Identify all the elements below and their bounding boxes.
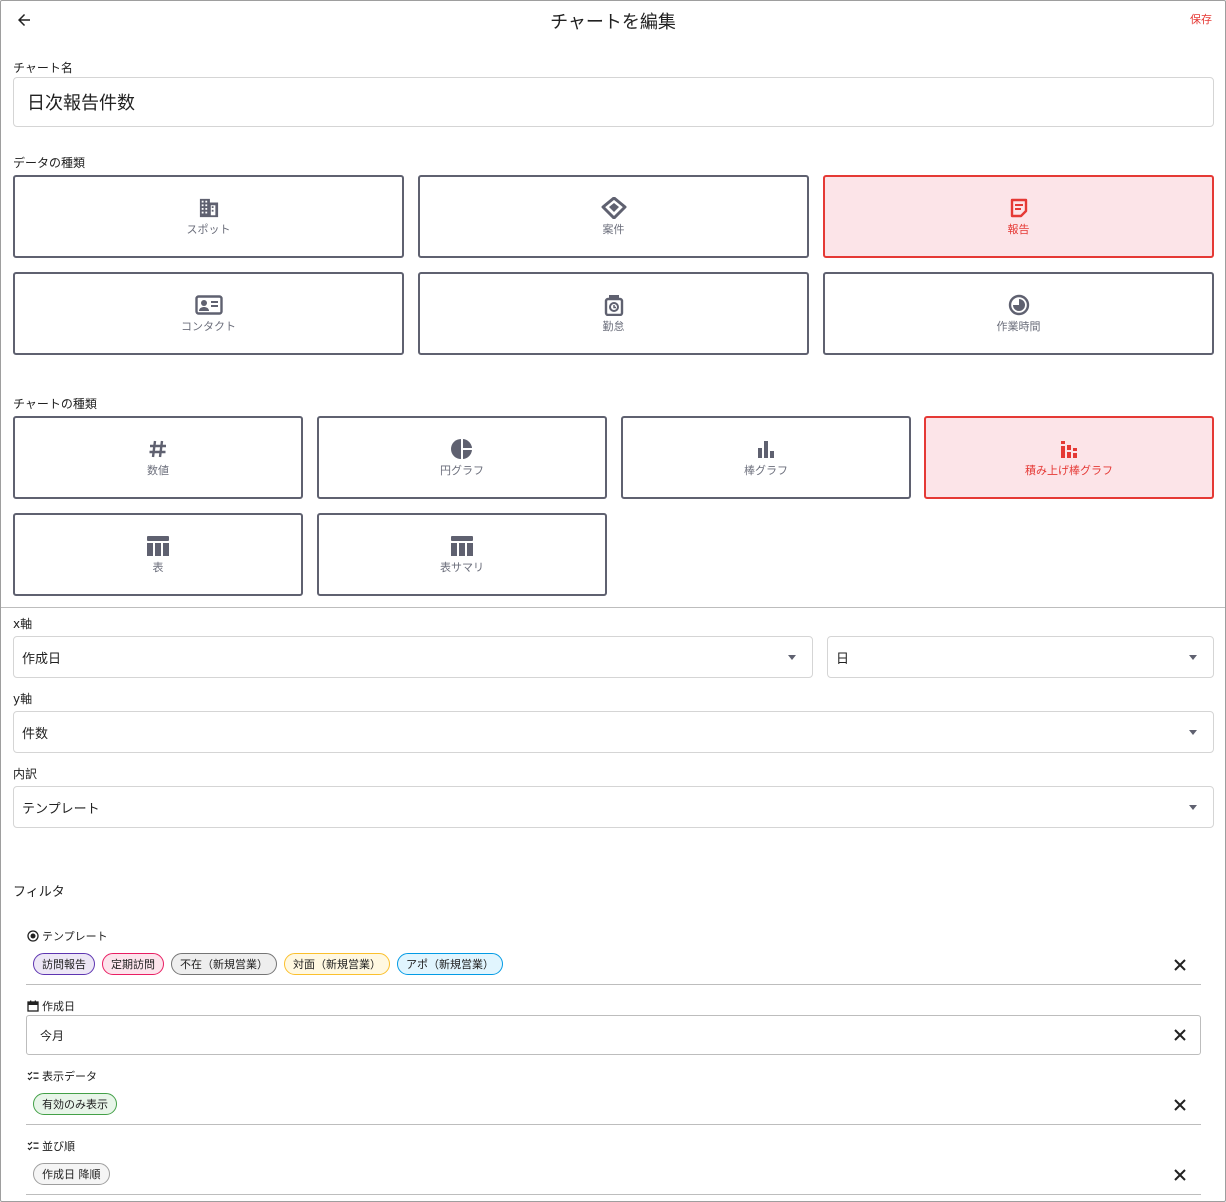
contact-card-icon: [194, 294, 223, 316]
building-icon: [198, 197, 220, 219]
calendar-icon: [27, 1000, 39, 1012]
chart-type-number[interactable]: 数値: [13, 416, 303, 499]
display-chip[interactable]: 有効のみ表示: [33, 1093, 117, 1115]
breakdown-select[interactable]: テンプレート: [13, 786, 1214, 828]
clear-display-filter-icon[interactable]: [1172, 1097, 1188, 1113]
note-icon: [1009, 197, 1029, 219]
dropdown-caret-icon: [1189, 654, 1197, 660]
chart-type-label: チャートの種類: [13, 397, 97, 411]
sort-chip-list: 作成日 降順: [33, 1163, 110, 1185]
data-type-attendance[interactable]: 勤怠: [418, 272, 809, 355]
filter-display-label: 表示データ: [27, 1068, 97, 1084]
data-type-deal[interactable]: 案件: [418, 175, 809, 258]
data-type-spot-label: スポット: [186, 222, 231, 236]
checklist-icon: [27, 1071, 39, 1081]
template-chip-list: 訪問報告 定期訪問 不在（新規営業） 対面（新規営業） アポ（新規営業）: [33, 953, 503, 975]
data-type-contact[interactable]: コンタクト: [13, 272, 404, 355]
clear-created-filter-icon[interactable]: [1172, 1027, 1188, 1043]
hash-icon: [148, 438, 168, 460]
save-button[interactable]: 保存: [1190, 11, 1212, 27]
template-chip[interactable]: アポ（新規営業）: [397, 953, 503, 975]
chart-type-bar-label: 棒グラフ: [744, 463, 788, 477]
chart-type-table-label: 表: [152, 560, 164, 574]
x-axis-unit-value: 日: [836, 651, 850, 667]
filter-template-label: テンプレート: [27, 928, 108, 944]
data-type-work-time-label: 作業時間: [996, 319, 1041, 333]
breakdown-value: テンプレート: [22, 801, 100, 817]
filter-sort-label: 並び順: [27, 1138, 75, 1154]
x-axis-label: x軸: [13, 617, 33, 631]
data-type-report-label: 報告: [1007, 222, 1030, 236]
display-chip-list: 有効のみ表示: [33, 1093, 117, 1115]
chart-type-stacked-bar[interactable]: 積み上げ棒グラフ: [924, 416, 1214, 499]
table-icon: [147, 535, 169, 557]
chart-name-input[interactable]: 日次報告件数: [13, 77, 1214, 127]
timeclock-icon: [604, 294, 624, 316]
filter-row-divider: [26, 1124, 1201, 1125]
data-type-spot[interactable]: スポット: [13, 175, 404, 258]
checklist-icon: [27, 1141, 39, 1151]
filter-template-label-text: テンプレート: [42, 930, 108, 943]
radio-checked-icon: [27, 930, 39, 942]
filter-created-label-text: 作成日: [42, 1000, 75, 1013]
template-chip[interactable]: 訪問報告: [33, 953, 95, 975]
chart-type-table-summary-label: 表サマリ: [440, 560, 484, 574]
stacked-bar-icon: [1059, 438, 1079, 460]
x-axis-unit-select[interactable]: 日: [827, 636, 1214, 678]
filter-sort-label-text: 並び順: [42, 1140, 75, 1153]
chart-name-label: チャート名: [13, 61, 73, 75]
dropdown-caret-icon: [788, 654, 796, 660]
data-type-work-time[interactable]: 作業時間: [823, 272, 1214, 355]
handshake-icon: [601, 196, 627, 219]
pie-chart-icon: [451, 438, 473, 460]
y-axis-label: y軸: [13, 692, 33, 706]
bar-chart-icon: [756, 438, 776, 460]
chart-type-pie-label: 円グラフ: [440, 463, 484, 477]
table-summary-icon: [451, 535, 473, 557]
filter-row-divider: [26, 1194, 1201, 1195]
chart-type-table[interactable]: 表: [13, 513, 303, 596]
clear-template-filter-icon[interactable]: [1172, 957, 1188, 973]
breakdown-label: 内訳: [13, 767, 38, 781]
dropdown-caret-icon: [1189, 804, 1197, 810]
filter-title: フィルタ: [13, 885, 65, 900]
chart-type-table-summary[interactable]: 表サマリ: [317, 513, 607, 596]
dropdown-caret-icon: [1189, 729, 1197, 735]
chart-type-number-label: 数値: [147, 463, 169, 477]
y-axis-field-value: 件数: [22, 726, 49, 742]
filter-row-divider: [26, 984, 1201, 985]
page-title: チャートを編集: [550, 12, 676, 33]
template-chip[interactable]: 不在（新規営業）: [171, 953, 277, 975]
data-type-deal-label: 案件: [602, 222, 625, 236]
chart-type-pie[interactable]: 円グラフ: [317, 416, 607, 499]
filter-created-label: 作成日: [27, 998, 75, 1014]
section-divider: [1, 607, 1225, 608]
x-axis-field-select[interactable]: 作成日: [13, 636, 813, 678]
data-type-contact-label: コンタクト: [181, 319, 236, 333]
clear-sort-filter-icon[interactable]: [1172, 1167, 1188, 1183]
data-type-label: データの種類: [13, 156, 86, 170]
sort-chip[interactable]: 作成日 降順: [33, 1163, 110, 1185]
data-type-report[interactable]: 報告: [823, 175, 1214, 258]
chart-type-stacked-bar-label: 積み上げ棒グラフ: [1025, 463, 1113, 477]
x-axis-field-value: 作成日: [22, 651, 62, 667]
chart-type-bar[interactable]: 棒グラフ: [621, 416, 911, 499]
template-chip[interactable]: 対面（新規営業）: [284, 953, 390, 975]
created-date-input[interactable]: 今月: [26, 1015, 1201, 1055]
clock-icon: [1008, 294, 1030, 316]
data-type-attendance-label: 勤怠: [602, 319, 625, 333]
template-chip[interactable]: 定期訪問: [102, 953, 164, 975]
y-axis-field-select[interactable]: 件数: [13, 711, 1214, 753]
filter-display-label-text: 表示データ: [42, 1070, 97, 1083]
